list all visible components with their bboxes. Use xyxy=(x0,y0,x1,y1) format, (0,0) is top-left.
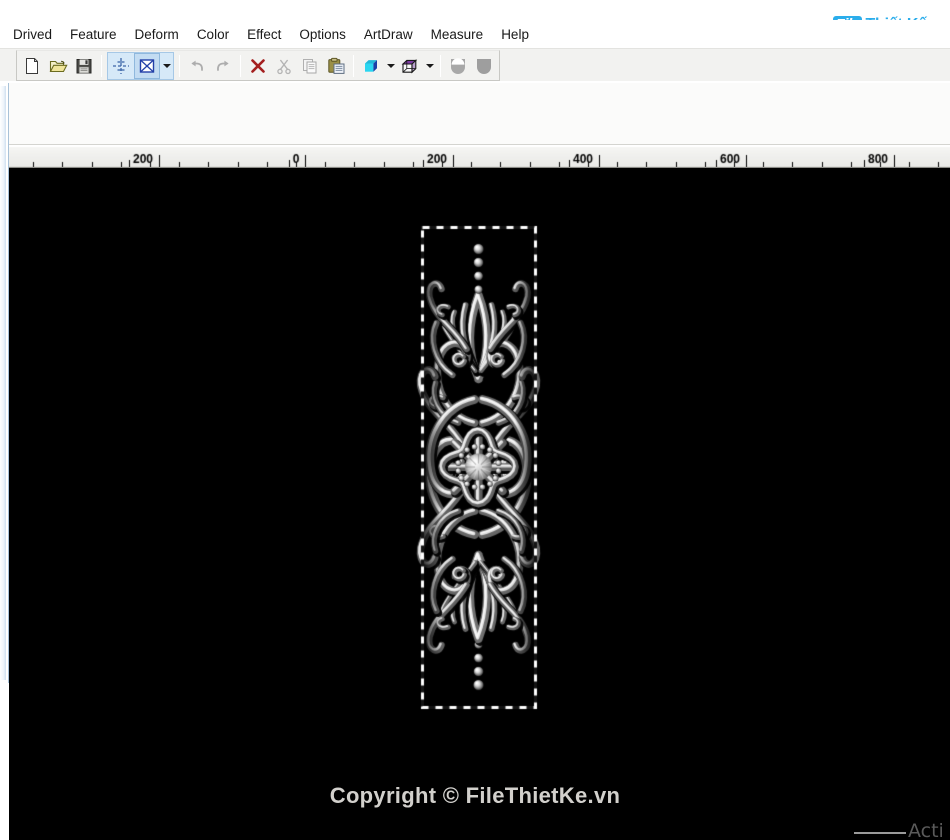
wireframe-shape-dropdown[interactable] xyxy=(423,53,436,79)
select-region-dropdown[interactable] xyxy=(160,53,173,79)
delete-button[interactable] xyxy=(245,53,271,79)
main-toolbar xyxy=(16,50,500,81)
chevron-down-icon xyxy=(162,63,171,68)
left-dock-scroll-handle[interactable] xyxy=(0,86,6,680)
redo-arrow-icon xyxy=(217,60,229,71)
menu-color[interactable]: Color xyxy=(188,24,238,45)
undo-button[interactable] xyxy=(184,53,210,79)
red-x-delete-icon xyxy=(251,58,265,73)
wireframe-cube-icon xyxy=(401,58,418,73)
activate-windows-watermark: Acti xyxy=(908,820,944,840)
paste-button[interactable] xyxy=(323,53,349,79)
select-region-button[interactable] xyxy=(134,52,160,79)
chevron-down-icon xyxy=(425,63,434,68)
toolbar-separator-2 xyxy=(179,54,180,77)
application-window: File Thiết Kế .vn Drived Feature Deform … xyxy=(0,0,950,840)
copy-pages-icon xyxy=(303,58,317,73)
toolbar-separator-3 xyxy=(240,54,241,77)
relief-render-canvas xyxy=(9,168,950,840)
boxed-x-select-icon xyxy=(139,58,155,73)
menu-options[interactable]: Options xyxy=(290,24,355,45)
relief-3d-viewport[interactable] xyxy=(9,168,950,840)
menu-artdraw[interactable]: ArtDraw xyxy=(355,24,422,45)
floppy-disk-icon xyxy=(76,58,92,73)
menu-deform[interactable]: Deform xyxy=(126,24,188,45)
wireframe-shape-button[interactable] xyxy=(397,53,423,79)
toolbar-separator-1 xyxy=(101,54,102,77)
toolbar-separator-4 xyxy=(353,54,354,77)
toolbar-separator-5 xyxy=(440,54,441,77)
redo-button[interactable] xyxy=(210,53,236,79)
menu-feature[interactable]: Feature xyxy=(61,24,126,45)
solid-shape-dropdown[interactable] xyxy=(384,53,397,79)
shield-light-icon xyxy=(451,57,465,74)
menu-bar: Drived Feature Deform Color Effect Optio… xyxy=(0,20,950,48)
relief-light-preview-button[interactable] xyxy=(445,53,471,79)
move-transform-button[interactable] xyxy=(108,53,134,79)
relief-flat-preview-button[interactable] xyxy=(471,53,497,79)
crosshair-move-icon xyxy=(113,57,129,74)
title-strip xyxy=(0,0,950,20)
scissors-icon xyxy=(277,59,291,74)
menu-help[interactable]: Help xyxy=(492,24,538,45)
shield-solid-icon xyxy=(477,58,491,74)
transform-tool-group xyxy=(107,51,174,80)
open-folder-icon xyxy=(49,60,68,72)
menu-measure[interactable]: Measure xyxy=(422,24,493,45)
new-file-icon xyxy=(26,57,38,74)
new-file-button[interactable] xyxy=(19,53,45,79)
copy-button[interactable] xyxy=(297,53,323,79)
chevron-down-icon xyxy=(386,63,395,68)
save-file-button[interactable] xyxy=(71,53,97,79)
copyright-watermark: Copyright © FileThietKe.vn xyxy=(329,783,621,808)
activate-windows-underline xyxy=(854,832,906,834)
cut-button[interactable] xyxy=(271,53,297,79)
menu-effect[interactable]: Effect xyxy=(238,24,290,45)
solid-shape-button[interactable] xyxy=(358,53,384,79)
secondary-panel-strip xyxy=(0,83,950,145)
undo-arrow-icon xyxy=(191,60,203,71)
menu-drived[interactable]: Drived xyxy=(4,24,61,45)
toolbar-container xyxy=(0,48,950,81)
open-file-button[interactable] xyxy=(45,53,71,79)
ruler-canvas xyxy=(0,146,950,167)
cyan-box-icon xyxy=(365,59,377,72)
clipboard-paste-icon xyxy=(327,57,344,74)
horizontal-ruler[interactable] xyxy=(0,146,950,168)
